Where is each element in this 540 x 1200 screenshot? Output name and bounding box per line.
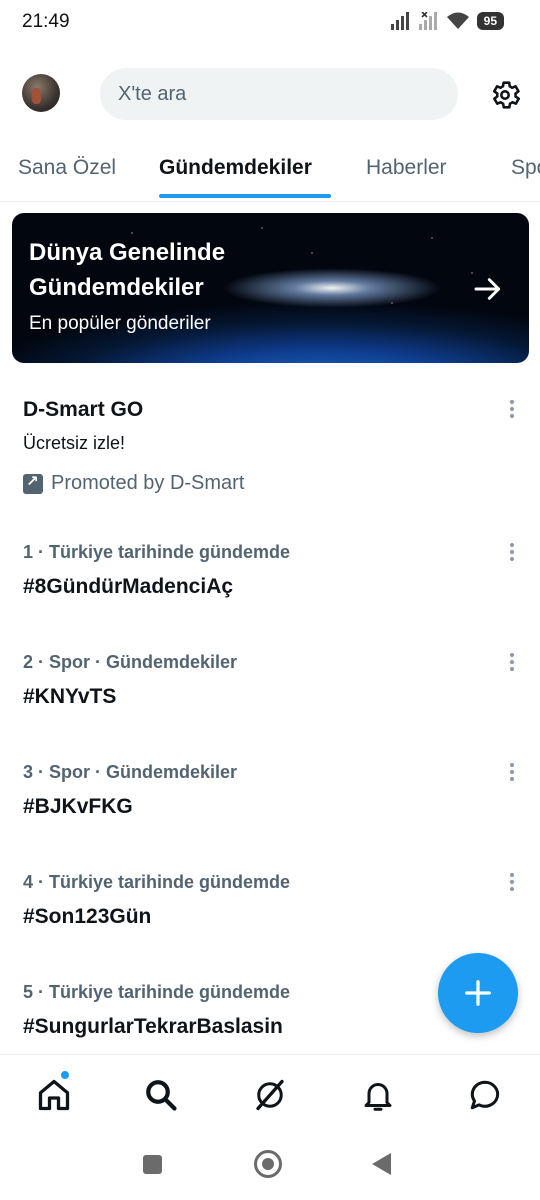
top-bar: X'te ara <box>0 66 540 124</box>
more-options-icon[interactable] <box>504 871 520 893</box>
tab-haberler[interactable]: Haberler <box>366 156 447 180</box>
gear-icon[interactable] <box>488 78 522 112</box>
promoted-by-text: Promoted by D-Smart <box>51 472 245 494</box>
trend-meta: 4 · Türkiye tarihinde gündemde <box>23 872 291 892</box>
tab-sana-ozel[interactable]: Sana Özel <box>18 156 116 180</box>
trend-name: #Son123Gün <box>23 905 152 928</box>
promoted-label: Promoted by D-Smart <box>23 472 244 495</box>
wifi-icon <box>446 12 469 29</box>
promo-title: D-Smart GO <box>23 398 144 421</box>
more-options-icon[interactable] <box>504 651 520 673</box>
promo-description: Ücretsiz izle! <box>23 433 126 453</box>
system-home-button[interactable] <box>254 1150 282 1178</box>
trend-meta: 1 · Türkiye tarihinde gündemde <box>23 542 291 562</box>
bottom-navigation <box>0 1054 540 1134</box>
tab-spor[interactable]: Spor <box>511 156 540 180</box>
active-tab-indicator <box>159 194 331 198</box>
more-options-icon[interactable] <box>504 541 520 563</box>
trend-name: #BJKvFKG <box>23 795 133 818</box>
notification-dot <box>60 1070 70 1080</box>
trend-meta: 2 · Spor · Gündemdekiler <box>23 652 238 672</box>
banner-subtitle: En popüler gönderiler <box>29 313 211 334</box>
signal-off-icon <box>418 12 437 30</box>
bell-icon[interactable] <box>360 1077 396 1113</box>
plus-icon <box>465 980 491 1006</box>
signal-icon <box>390 12 409 30</box>
tab-bar: Sana Özel Gündemdekiler Haberler Spor <box>0 140 540 202</box>
recent-apps-button[interactable] <box>143 1155 162 1174</box>
status-icons: 95 <box>390 12 504 30</box>
home-icon[interactable] <box>36 1077 72 1113</box>
grok-icon[interactable] <box>252 1077 288 1113</box>
status-time: 21:49 <box>22 11 70 32</box>
trend-meta: 3 · Spor · Gündemdekiler <box>23 762 238 782</box>
system-navigation-bar <box>0 1140 540 1200</box>
avatar[interactable] <box>22 74 60 112</box>
trend-name: #8GündürMadenciAç <box>23 575 234 598</box>
status-bar: 21:49 95 <box>0 0 540 44</box>
search-input[interactable]: X'te ara <box>100 68 458 120</box>
battery-indicator: 95 <box>476 12 504 30</box>
arrow-right-icon <box>474 278 501 300</box>
search-placeholder: X'te ara <box>118 82 187 105</box>
promoted-icon <box>23 472 43 494</box>
banner-title: Dünya Genelinde Gündemdekiler <box>29 239 226 301</box>
tab-gundemdekiler[interactable]: Gündemdekiler <box>159 156 312 180</box>
trend-meta: 5 · Türkiye tarihinde gündemde <box>23 982 291 1002</box>
trend-name: #SungurlarTekrarBaslasin <box>23 1015 283 1038</box>
more-options-icon[interactable] <box>504 761 520 783</box>
trend-name: #KNYvTS <box>23 685 117 708</box>
system-back-button[interactable] <box>372 1153 391 1175</box>
more-options-icon[interactable] <box>504 398 520 420</box>
worldwide-trends-banner[interactable]: Dünya Genelinde Gündemdekiler En popüler… <box>12 213 529 363</box>
message-icon[interactable] <box>467 1077 503 1113</box>
compose-post-button[interactable] <box>438 953 518 1033</box>
search-icon[interactable] <box>143 1077 179 1113</box>
